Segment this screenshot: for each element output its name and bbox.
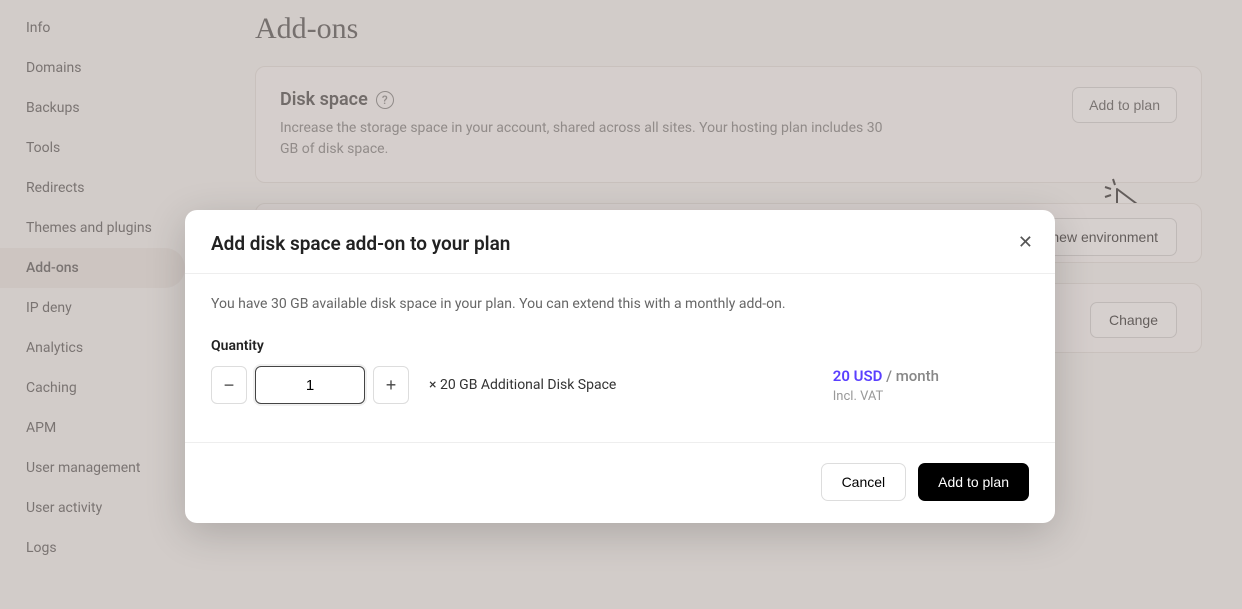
price-main: 20 USD / month <box>833 367 939 385</box>
quantity-input[interactable] <box>255 366 365 404</box>
modal-title: Add disk space add-on to your plan <box>211 232 1029 255</box>
cancel-button[interactable]: Cancel <box>821 463 907 501</box>
quantity-decrement-button[interactable]: − <box>211 366 247 404</box>
price-vat-note: Incl. VAT <box>833 389 939 404</box>
quantity-item-description: × 20 GB Additional Disk Space <box>429 377 616 393</box>
close-icon[interactable]: ✕ <box>1018 232 1033 253</box>
quantity-label: Quantity <box>211 338 1029 354</box>
price-period: / month <box>882 367 939 385</box>
confirm-add-to-plan-button[interactable]: Add to plan <box>918 463 1029 501</box>
modal-intro-text: You have 30 GB available disk space in y… <box>211 296 1029 312</box>
add-disk-space-modal: Add disk space add-on to your plan ✕ You… <box>185 210 1055 523</box>
quantity-increment-button[interactable]: + <box>373 366 409 404</box>
price-value: 20 USD <box>833 367 883 385</box>
